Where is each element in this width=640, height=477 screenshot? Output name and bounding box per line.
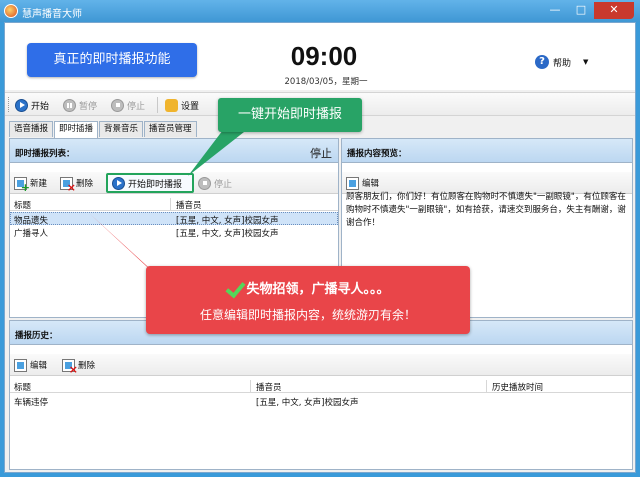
help-label: 帮助 <box>553 58 572 69</box>
delete-label: 删除 <box>78 361 96 371</box>
settings-icon <box>165 98 178 112</box>
history-table-header: 标题 播音员 历史播放时间 <box>10 380 632 393</box>
play-icon <box>15 98 28 112</box>
table-row[interactable]: 车辆违停 [五星, 中文, 女声]校园女声 <box>10 395 632 408</box>
preview-title: 播报内容预览： <box>347 149 407 159</box>
clock-display: 09:00 <box>290 41 358 71</box>
column-header-title[interactable]: 标题 <box>14 199 31 211</box>
broadcast-status: 停止 <box>310 147 332 160</box>
title-bar: 慧声播音大师 — □ ✕ <box>0 0 640 22</box>
history-title: 播报历史： <box>15 331 58 341</box>
feature-callout-line1-text: 失物招领，广播寻人。。。 <box>246 282 390 297</box>
history-toolbar: 编辑 删除 <box>10 354 632 376</box>
column-divider <box>250 380 251 393</box>
edit-history-button[interactable]: 编辑 <box>14 357 47 373</box>
new-item-icon <box>14 176 30 194</box>
column-divider <box>170 198 171 211</box>
column-divider <box>486 380 487 393</box>
maximize-button[interactable]: □ <box>568 2 594 19</box>
start-label: 开始 <box>31 101 50 112</box>
edit-label: 编辑 <box>362 179 380 189</box>
tab-bar: 语音播报 即时插播 背景音乐 播音员管理 <box>9 121 198 138</box>
edit-icon <box>14 358 27 372</box>
feature-callout-line2: 任意编辑即时播报内容，统统游刃有余！ <box>199 308 416 322</box>
settings-button[interactable]: 设置 <box>165 97 199 113</box>
edit-preview-button[interactable]: 编辑 <box>346 175 379 191</box>
instant-list-header: 即时播报列表： 停止 <box>10 139 338 163</box>
row-title: 车辆违停 <box>14 398 49 408</box>
history-panel: 播报历史： 编辑 删除 标题 播音员 历史播放时间 车辆违停 [五星, 中文, … <box>9 320 633 470</box>
instant-list-toolbar: 新建 删除 开始即时播报 停止 <box>10 172 338 194</box>
app-client-area: 真正的即时播报功能 09:00 2018/03/05，星期一 ? 帮助 ▼ 开始… <box>4 22 636 473</box>
column-header-announcer[interactable]: 播音员 <box>256 381 282 393</box>
column-header-announcer[interactable]: 播音员 <box>176 199 202 211</box>
edit-icon <box>346 176 359 190</box>
stop-button[interactable]: 停止 <box>111 97 145 113</box>
delete-button[interactable]: 删除 <box>60 175 94 194</box>
edit-label: 编辑 <box>30 361 48 371</box>
new-label: 新建 <box>30 179 48 189</box>
tab-announcer-management[interactable]: 播音员管理 <box>144 121 197 137</box>
start-instant-broadcast-button[interactable]: 开始即时播报 <box>106 173 194 193</box>
new-button[interactable]: 新建 <box>14 175 48 194</box>
checkmark-icon <box>226 281 242 295</box>
column-header-title[interactable]: 标题 <box>14 381 31 393</box>
tab-background-music[interactable]: 背景音乐 <box>99 121 144 137</box>
header: 真正的即时播报功能 09:00 2018/03/05，星期一 ? 帮助 ▼ <box>5 23 635 90</box>
settings-label: 设置 <box>181 101 200 112</box>
column-header-history-time[interactable]: 历史播放时间 <box>492 381 543 393</box>
preview-content: 顾客朋友们，你们好！有位顾客在购物时不慎遗失"一副眼镜"，有位顾客在购物时不慎遗… <box>346 192 626 228</box>
delete-label: 删除 <box>76 179 94 189</box>
tab-instant-insert[interactable]: 即时插播 <box>54 121 99 138</box>
tab-voice-broadcast[interactable]: 语音播报 <box>9 121 54 137</box>
toolbar-separator <box>157 97 158 113</box>
preview-header: 播报内容预览： <box>342 139 632 163</box>
delete-icon <box>62 358 78 376</box>
pause-button[interactable]: 暂停 <box>63 97 97 113</box>
stop-icon <box>111 98 124 112</box>
one-click-callout: 一键开始即时播报 <box>218 98 362 132</box>
pause-label: 暂停 <box>79 101 98 112</box>
feature-callout-line1: 失物招领，广播寻人。。。 <box>146 278 470 297</box>
row-announcer: [五星, 中文, 女声]校园女声 <box>176 216 279 226</box>
table-row[interactable]: 物品遗失 [五星, 中文, 女声]校园女声 <box>10 212 338 226</box>
date-display: 2018/03/05，星期一 <box>284 77 368 87</box>
close-button[interactable]: ✕ <box>594 2 634 19</box>
row-announcer: [五星, 中文, 女声]校园女声 <box>176 229 279 239</box>
row-announcer: [五星, 中文, 女声]校园女声 <box>256 398 359 408</box>
start-instant-broadcast-label: 开始即时播报 <box>128 179 183 190</box>
table-row[interactable]: 广播寻人 [五星, 中文, 女声]校园女声 <box>10 226 338 239</box>
feature-callout: 失物招领，广播寻人。。。 任意编辑即时播报内容，统统游刃有余！ <box>146 266 470 334</box>
row-title: 物品遗失 <box>14 216 49 226</box>
delete-history-button[interactable]: 删除 <box>62 357 96 376</box>
stop-instant-label: 停止 <box>214 179 233 190</box>
row-title: 广播寻人 <box>14 229 49 239</box>
delete-icon <box>60 176 76 194</box>
minimize-button[interactable]: — <box>542 2 568 19</box>
window-controls: — □ ✕ <box>542 2 634 19</box>
help-menu-button[interactable]: ? 帮助 ▼ <box>535 55 588 69</box>
help-icon: ? <box>535 55 549 69</box>
instant-list-title: 即时播报列表： <box>15 149 75 159</box>
chevron-down-icon: ▼ <box>583 58 589 66</box>
promo-banner: 真正的即时播报功能 <box>27 43 197 77</box>
app-logo-icon <box>4 4 18 18</box>
window-title: 慧声播音大师 <box>22 9 82 20</box>
toolbar-grip <box>8 97 10 112</box>
instant-table-header: 标题 播音员 <box>10 198 338 211</box>
pause-icon <box>63 98 76 112</box>
stop-instant-button[interactable]: 停止 <box>198 175 232 191</box>
stop-label: 停止 <box>127 101 146 112</box>
start-button[interactable]: 开始 <box>15 97 49 113</box>
stop-icon <box>198 176 211 190</box>
play-icon <box>112 176 125 190</box>
